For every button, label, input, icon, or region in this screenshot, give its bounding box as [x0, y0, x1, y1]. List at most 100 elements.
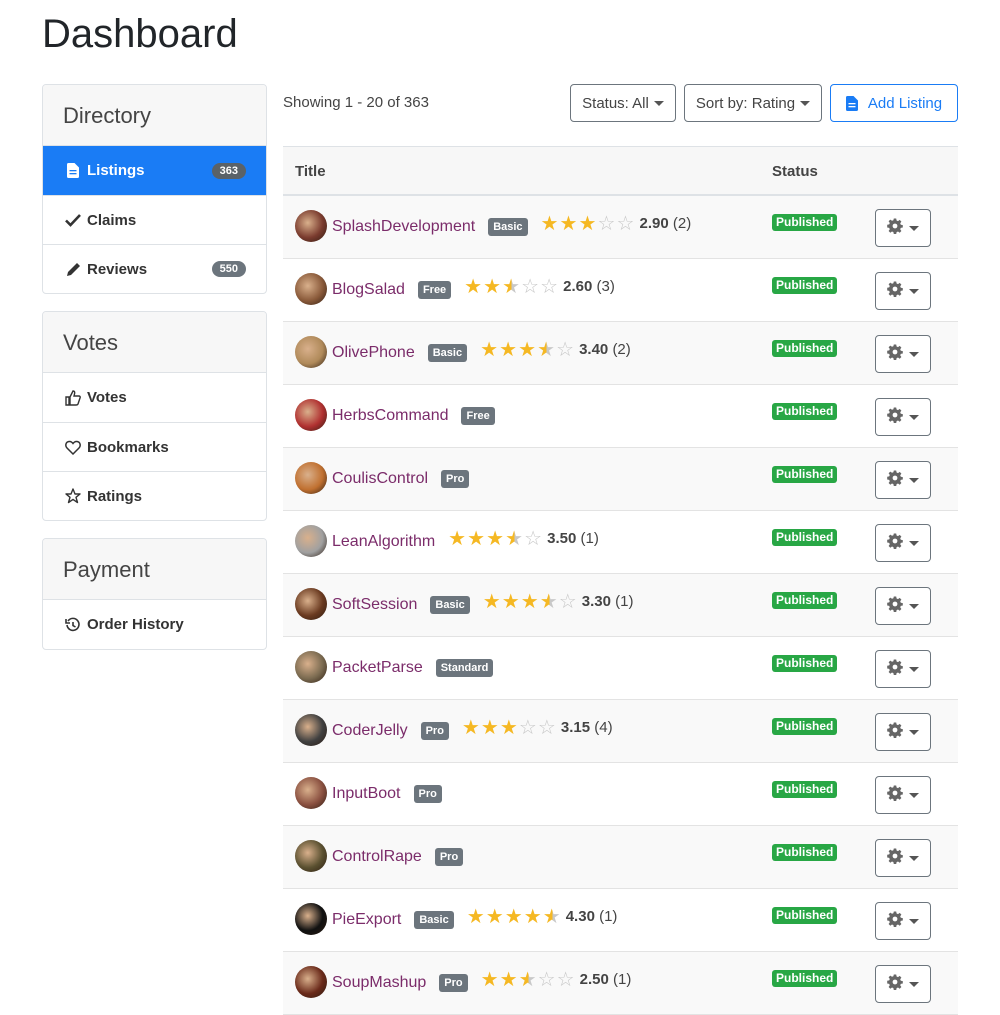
star-half-icon: ★	[543, 906, 562, 928]
sidebar-item-label: Order History	[87, 616, 184, 633]
avatar	[295, 714, 327, 746]
sidebar-item-ratings[interactable]: Ratings	[43, 471, 266, 520]
sidebar-item-label: Reviews	[87, 260, 148, 278]
rating-count: (1)	[615, 593, 634, 610]
caret-down-icon	[800, 100, 811, 106]
thumbs-up-icon	[65, 389, 81, 406]
rating-score: 4.30 (1)	[566, 908, 618, 925]
listing-title-link[interactable]: HerbsCommand	[332, 407, 448, 425]
caret-down-icon	[909, 225, 919, 231]
row-actions-button[interactable]	[875, 398, 931, 436]
star-empty-icon: ☆	[518, 717, 537, 739]
toolbar: Showing 1 - 20 of 363 Status: All Sort b…	[283, 84, 958, 122]
listing-title-link[interactable]: BlogSalad	[332, 281, 405, 299]
row-actions-button[interactable]	[875, 272, 931, 310]
sort-dropdown[interactable]: Sort by: Rating	[684, 84, 822, 122]
caret-down-icon	[909, 981, 919, 987]
row-actions-button[interactable]	[875, 335, 931, 373]
file-icon	[65, 163, 81, 179]
column-header-status: Status	[772, 163, 818, 180]
status-badge: Published	[772, 466, 838, 483]
avatar	[295, 462, 327, 494]
sidebar-item-claims[interactable]: Claims	[43, 195, 266, 244]
table-row: OlivePhone Basic ★ ★ ★ ★ ☆ 3.40 (2) Published	[283, 322, 958, 385]
row-actions-button[interactable]	[875, 776, 931, 814]
listing-title-link[interactable]: PacketParse	[332, 659, 423, 677]
listing-title-link[interactable]: SplashDevelopment	[332, 218, 475, 236]
row-actions-button[interactable]	[875, 461, 931, 499]
star-full-icon: ★	[448, 528, 466, 550]
table-row: CoderJelly Pro ★ ★ ★ ☆ ☆ 3.15 (4) Published	[283, 700, 958, 763]
sidebar-panel-votes: Votes Votes Bookmarks Ratings	[42, 311, 267, 521]
plan-badge: Basic	[488, 218, 528, 236]
sidebar-item-bookmarks[interactable]: Bookmarks	[43, 422, 266, 471]
plan-badge: Pro	[420, 722, 449, 740]
gear-icon	[887, 407, 903, 428]
page-title: Dashboard	[42, 12, 238, 56]
star-empty-icon: ☆	[537, 717, 556, 739]
status-badge: Published	[772, 403, 838, 420]
star-full-icon: ★	[501, 591, 520, 613]
sidebar-item-votes[interactable]: Votes	[43, 373, 266, 422]
star-full-icon: ★	[461, 717, 480, 739]
listing-title-link[interactable]: SoupMashup	[332, 974, 426, 992]
listing-title-link[interactable]: CoulisControl	[332, 470, 428, 488]
caret-down-icon	[909, 792, 919, 798]
star-full-icon: ★	[518, 339, 536, 361]
row-actions-button[interactable]	[875, 965, 931, 1003]
status-filter-label: Status: All	[582, 94, 649, 112]
row-actions-button[interactable]	[875, 587, 931, 625]
sidebar-item-label: Claims	[87, 211, 137, 229]
count-badge: 550	[211, 261, 246, 277]
row-actions-button[interactable]	[875, 902, 931, 940]
listing-title-link[interactable]: SoftSession	[332, 596, 417, 614]
plan-badge: Basic	[430, 596, 470, 614]
star-full-icon: ★	[480, 717, 499, 739]
gear-icon	[887, 344, 903, 365]
star-full-icon: ★	[464, 276, 482, 298]
sidebar-item-listings[interactable]: Listings 363	[43, 146, 266, 195]
rating-stars: ★ ★ ★ ★ ☆	[448, 528, 543, 550]
row-actions-button[interactable]	[875, 713, 931, 751]
table-header: Title Status	[283, 146, 958, 196]
listing-title-link[interactable]: InputBoot	[332, 785, 401, 803]
listing-title-link[interactable]: LeanAlgorithm	[332, 533, 435, 551]
row-actions-button[interactable]	[875, 209, 931, 247]
rating-stars: ★ ★ ★ ☆ ☆	[462, 717, 557, 739]
status-badge: Published	[772, 529, 838, 546]
row-actions-button[interactable]	[875, 839, 931, 877]
gear-icon	[887, 722, 903, 743]
caret-down-icon	[909, 729, 919, 735]
listing-title-link[interactable]: ControlRape	[332, 848, 422, 866]
avatar	[295, 273, 327, 305]
table-row: SoftSession Basic ★ ★ ★ ★ ☆ 3.30 (1) Published	[283, 574, 958, 637]
rating-count: (1)	[599, 908, 618, 925]
listing-title-link[interactable]: CoderJelly	[332, 722, 408, 740]
listing-title-link[interactable]: PieExport	[332, 911, 401, 929]
row-actions-button[interactable]	[875, 650, 931, 688]
caret-down-icon	[909, 540, 919, 546]
rating-score: 3.40 (2)	[579, 341, 631, 358]
star-empty-icon: ☆	[521, 276, 539, 298]
sidebar-item-order-history[interactable]: Order History	[43, 600, 266, 649]
status-filter-dropdown[interactable]: Status: All	[570, 84, 676, 122]
star-empty-icon: ☆	[558, 591, 577, 613]
add-listing-button[interactable]: Add Listing	[830, 84, 958, 122]
gear-icon	[887, 911, 903, 932]
rating-value: 2.60	[563, 278, 593, 295]
gear-icon	[887, 785, 903, 806]
caret-down-icon	[909, 603, 919, 609]
star-full-icon: ★	[559, 213, 578, 235]
sidebar-item-label: Ratings	[87, 487, 143, 505]
avatar	[295, 588, 327, 620]
sidebar-item-reviews[interactable]: Reviews 550	[43, 244, 266, 293]
gear-icon	[887, 596, 903, 617]
status-badge: Published	[772, 277, 838, 294]
avatar	[295, 399, 327, 431]
rating-value: 3.30	[581, 593, 611, 610]
star-empty-icon: ☆	[597, 213, 616, 235]
caret-down-icon	[909, 666, 919, 672]
listing-title-link[interactable]: OlivePhone	[332, 344, 415, 362]
row-actions-button[interactable]	[875, 524, 931, 562]
plan-badge: Pro	[439, 974, 468, 992]
